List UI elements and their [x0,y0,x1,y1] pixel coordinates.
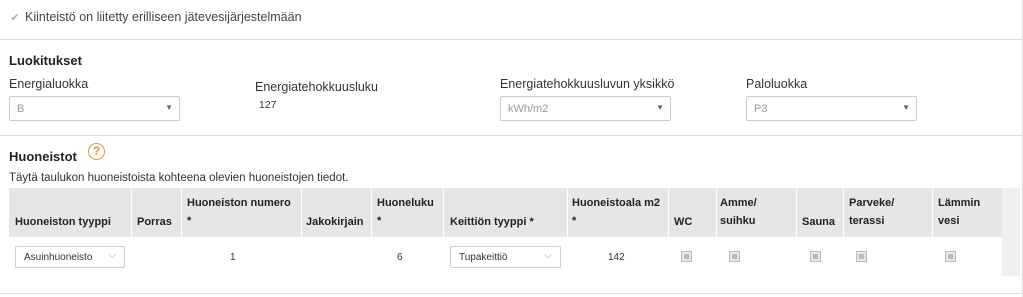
energy-efficiency-label: Energiatehokkuusluku [255,80,378,94]
column-header-area-line1: Huoneistoala m2 [572,197,661,209]
kitchen-type-value: Tupakeittiö [459,252,508,263]
hot-water-checkbox[interactable] [945,251,956,262]
energy-unit-value: kWh/m2 [508,103,549,115]
column-header-bath: Amme/ suihku [720,194,757,230]
energy-class-label: Energialuokka [9,77,89,91]
column-header-number: Huoneiston numero * [187,194,291,230]
energy-unit-label: Energiatehokkuusluvun yksikkö [500,77,675,91]
column-header-hot-water: Lämmin vesi [938,194,980,230]
column-header-bath-line1: Amme/ [720,197,757,209]
kitchen-type-select[interactable]: Tupakeittiö ⌵ [450,246,561,268]
column-header-letter: Jakokirjain [306,216,364,228]
column-separator [716,188,717,237]
balcony-checkbox[interactable] [856,251,867,262]
column-separator [843,188,844,237]
fire-class-select[interactable]: P3 ▼ [746,96,917,121]
column-separator [131,188,132,237]
question-circle-icon[interactable]: ? [88,143,105,160]
fire-class-value: P3 [754,103,768,115]
column-header-number-line2: * [187,215,192,227]
column-header-balcony-line1: Parveke/ [849,197,895,209]
fire-class-label: Paloluokka [746,77,808,91]
section-divider [0,135,1023,136]
apartment-type-select[interactable]: Asuinhuoneisto ⌵ [15,246,125,268]
wc-checkbox[interactable] [681,251,692,262]
column-header-sauna: Sauna [802,216,836,228]
column-header-bath-line2: suihku [720,215,756,227]
column-header-balcony: Parveke/ terassi [849,194,894,230]
column-separator [932,188,933,237]
chevron-down-icon: ▼ [656,103,664,112]
column-header-number-line1: Huoneiston numero [187,197,291,209]
chevron-down-icon: ⌵ [544,250,552,261]
column-separator [668,188,669,237]
column-header-hot-water-line2: vesi [938,215,960,227]
chevron-down-icon: ▼ [902,103,910,112]
energy-class-value: B [17,103,25,115]
chevron-down-icon: ⌵ [108,250,116,261]
apartments-title: Huoneistot [9,149,77,164]
column-separator [443,188,444,237]
connected-checkbox[interactable]: ✔ [9,12,21,24]
classifications-title: Luokitukset [9,53,82,68]
column-header-area-line2: * [572,215,577,227]
column-header-rooms-line2: * [377,215,382,227]
column-header-rooms-line1: Huoneluku [377,197,434,209]
column-separator [181,188,182,237]
column-header-rooms: Huoneluku * [377,194,434,230]
column-separator [301,188,302,237]
column-separator [567,188,568,237]
top-row: ✔ Kiinteistö on liitetty erilliseen jäte… [0,0,1023,40]
energy-class-select[interactable]: B ▼ [9,96,180,121]
column-separator [796,188,797,237]
connected-label: Kiinteistö on liitetty erilliseen jäteve… [25,10,302,24]
energy-efficiency-value: 127 [259,99,277,111]
apartment-type-value: Asuinhuoneisto [24,252,93,263]
column-header-hot-water-line1: Lämmin [938,197,981,209]
column-header-type: Huoneiston tyyppi [15,216,111,228]
column-header-wc: WC [674,216,693,228]
column-header-area: Huoneistoala m2 * [572,194,660,230]
column-header-balcony-line2: terassi [849,215,885,227]
sauna-checkbox[interactable] [810,251,821,262]
rooms-cell[interactable]: 6 [397,252,403,263]
bath-checkbox[interactable] [729,251,740,262]
area-cell[interactable]: 142 [608,252,625,263]
apartments-description: Täytä taulukon huoneistoista kohteena ol… [9,172,349,184]
table-scrollbar[interactable] [1002,188,1020,276]
bottom-border [0,293,1023,294]
apartment-number-cell[interactable]: 1 [230,252,236,263]
column-separator [371,188,372,237]
energy-unit-select[interactable]: kWh/m2 ▼ [500,96,671,121]
chevron-down-icon: ▼ [165,103,173,112]
column-header-kitchen: Keittiön tyyppi * [450,216,534,228]
column-header-stairs: Porras [137,216,172,228]
